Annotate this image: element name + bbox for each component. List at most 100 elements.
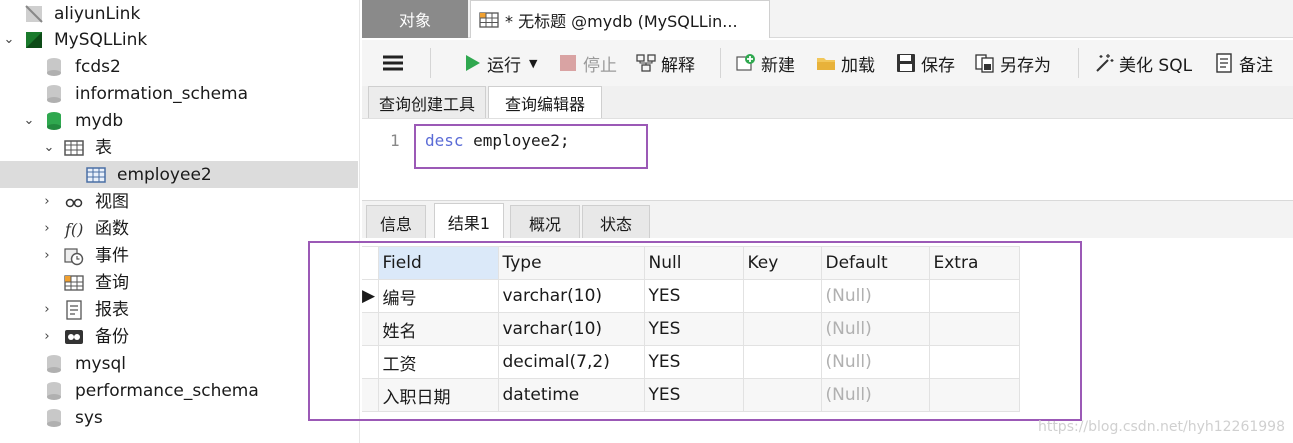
new-query-icon <box>736 54 755 71</box>
tree-item-mydb[interactable]: ⌄ mydb <box>0 107 358 134</box>
database-icon <box>47 354 61 373</box>
tree-item-label: employee2 <box>117 164 212 185</box>
explain-label: 解释 <box>661 55 695 76</box>
tree-item-label: performance_schema <box>75 380 259 401</box>
new-button[interactable]: 新建 <box>736 48 795 78</box>
stop-button[interactable]: 停止 <box>558 48 617 78</box>
tree-item-tables[interactable]: ⌄ 表 <box>0 134 358 161</box>
tree-item-sys[interactable]: sys <box>0 404 358 431</box>
database-icon <box>47 381 61 400</box>
tree-item-views[interactable]: › 视图 <box>0 188 358 215</box>
mysql-connection-icon <box>26 31 42 48</box>
database-icon <box>47 57 61 76</box>
tree-item-mysql[interactable]: mysql <box>0 350 358 377</box>
note-label: 备注 <box>1239 55 1273 76</box>
toolbar-divider <box>1078 48 1079 78</box>
tab-objects[interactable]: 对象 <box>362 0 468 38</box>
highlight-box-result <box>308 241 1082 421</box>
new-label: 新建 <box>761 55 795 76</box>
tree-item-label: 事件 <box>95 245 129 266</box>
save-as-label: 另存为 <box>1000 55 1051 76</box>
navigation-tree: aliyunLink ⌄ MySQLLink fcds2 information… <box>0 0 360 443</box>
connection-icon <box>25 4 43 23</box>
tab-status[interactable]: 状态 <box>582 205 650 239</box>
tab-query-label: * 无标题 @mydb (MySQLLin... <box>505 11 738 31</box>
toolbar-divider <box>430 48 431 78</box>
tree-item-label: fcds2 <box>75 56 121 77</box>
tree-item-functions[interactable]: › f() 函数 <box>0 215 358 242</box>
tree-item-reports[interactable]: › 报表 <box>0 296 358 323</box>
result-tab-bar: 信息 结果1 概况 状态 <box>362 200 1293 239</box>
tree-item-label: aliyunLink <box>54 3 141 24</box>
tree-item-label: mysql <box>75 353 126 374</box>
table-icon <box>86 166 106 183</box>
chevron-right-icon[interactable]: › <box>40 248 54 263</box>
event-icon <box>64 247 84 265</box>
tree-item-label: 表 <box>95 137 112 158</box>
tree-item-label: 备份 <box>95 326 129 347</box>
backup-icon <box>65 329 83 344</box>
chevron-down-icon[interactable]: ⌄ <box>42 140 56 155</box>
database-open-icon <box>47 111 61 130</box>
tree-item-backups[interactable]: › 备份 <box>0 323 358 350</box>
tree-item-performance-schema[interactable]: performance_schema <box>0 377 358 404</box>
load-button[interactable]: 加载 <box>816 48 875 78</box>
tree-item-employee2[interactable]: employee2 <box>0 161 358 188</box>
run-button[interactable]: 运行 ▼ <box>462 48 537 78</box>
note-icon <box>1216 53 1232 73</box>
tree-item-queries[interactable]: 查询 <box>0 269 358 296</box>
query-icon <box>64 274 84 291</box>
views-icon <box>65 198 83 207</box>
tree-item-label: sys <box>75 407 103 428</box>
save-as-icon <box>975 54 994 73</box>
hamburger-icon <box>383 55 403 71</box>
tables-icon <box>64 139 84 156</box>
save-as-button[interactable]: 另存为 <box>975 48 1051 78</box>
tree-item-information-schema[interactable]: information_schema <box>0 80 358 107</box>
explain-button[interactable]: 解释 <box>636 48 695 78</box>
watermark: https://blog.csdn.net/hyh12261998 <box>1037 419 1285 435</box>
chevron-down-icon[interactable]: ⌄ <box>2 32 16 47</box>
stop-icon <box>560 55 576 71</box>
save-icon <box>897 54 915 72</box>
tree-item-mysqllink[interactable]: ⌄ MySQLLink <box>0 26 358 53</box>
stop-label: 停止 <box>583 55 617 76</box>
chevron-right-icon[interactable]: › <box>40 221 54 236</box>
tree-item-label: information_schema <box>75 83 249 104</box>
note-button[interactable]: 备注 <box>1214 48 1273 78</box>
toolbar-divider <box>720 48 721 78</box>
tab-profile[interactable]: 概况 <box>510 205 580 239</box>
tree-item-aliyunlink[interactable]: aliyunLink <box>0 0 358 27</box>
run-label: 运行 <box>487 55 521 76</box>
chevron-down-icon[interactable]: ⌄ <box>22 113 36 128</box>
tab-result1[interactable]: 结果1 <box>434 203 504 239</box>
load-label: 加载 <box>841 55 875 76</box>
report-icon <box>66 299 82 320</box>
tab-query-editor[interactable]: 查询编辑器 <box>488 86 602 118</box>
tree-item-label: MySQLLink <box>54 29 148 50</box>
query-toolbar: 运行 ▼ 停止 解释 新建 加载 保存 另存为 美化 SQL 备注 <box>362 40 1293 86</box>
highlight-box-sql <box>414 124 648 169</box>
chevron-right-icon[interactable]: › <box>40 302 54 317</box>
beautify-sql-button[interactable]: 美化 SQL <box>1094 48 1192 78</box>
chevron-right-icon[interactable]: › <box>40 329 54 344</box>
chevron-right-icon[interactable]: › <box>40 194 54 209</box>
tab-query-untitled[interactable]: * 无标题 @mydb (MySQLLin... <box>470 0 770 38</box>
run-dropdown-icon[interactable]: ▼ <box>529 57 537 70</box>
tab-query-builder[interactable]: 查询创建工具 <box>368 86 486 118</box>
function-icon: f() <box>64 220 83 239</box>
tree-item-label: 查询 <box>95 272 129 293</box>
tab-info[interactable]: 信息 <box>366 205 426 239</box>
tree-item-events[interactable]: › 事件 <box>0 242 358 269</box>
database-icon <box>47 408 61 427</box>
tree-item-label: 函数 <box>95 218 129 239</box>
database-icon <box>47 84 61 103</box>
menu-button[interactable] <box>382 48 404 78</box>
editor-mode-tabs: 查询创建工具 查询编辑器 <box>362 86 1293 118</box>
line-number: 1 <box>390 131 400 150</box>
tree-item-fcds2[interactable]: fcds2 <box>0 53 358 80</box>
line-gutter: 1 <box>362 119 412 201</box>
magic-wand-icon <box>1096 54 1114 72</box>
beautify-sql-label: 美化 SQL <box>1119 55 1193 76</box>
save-button[interactable]: 保存 <box>896 48 955 78</box>
